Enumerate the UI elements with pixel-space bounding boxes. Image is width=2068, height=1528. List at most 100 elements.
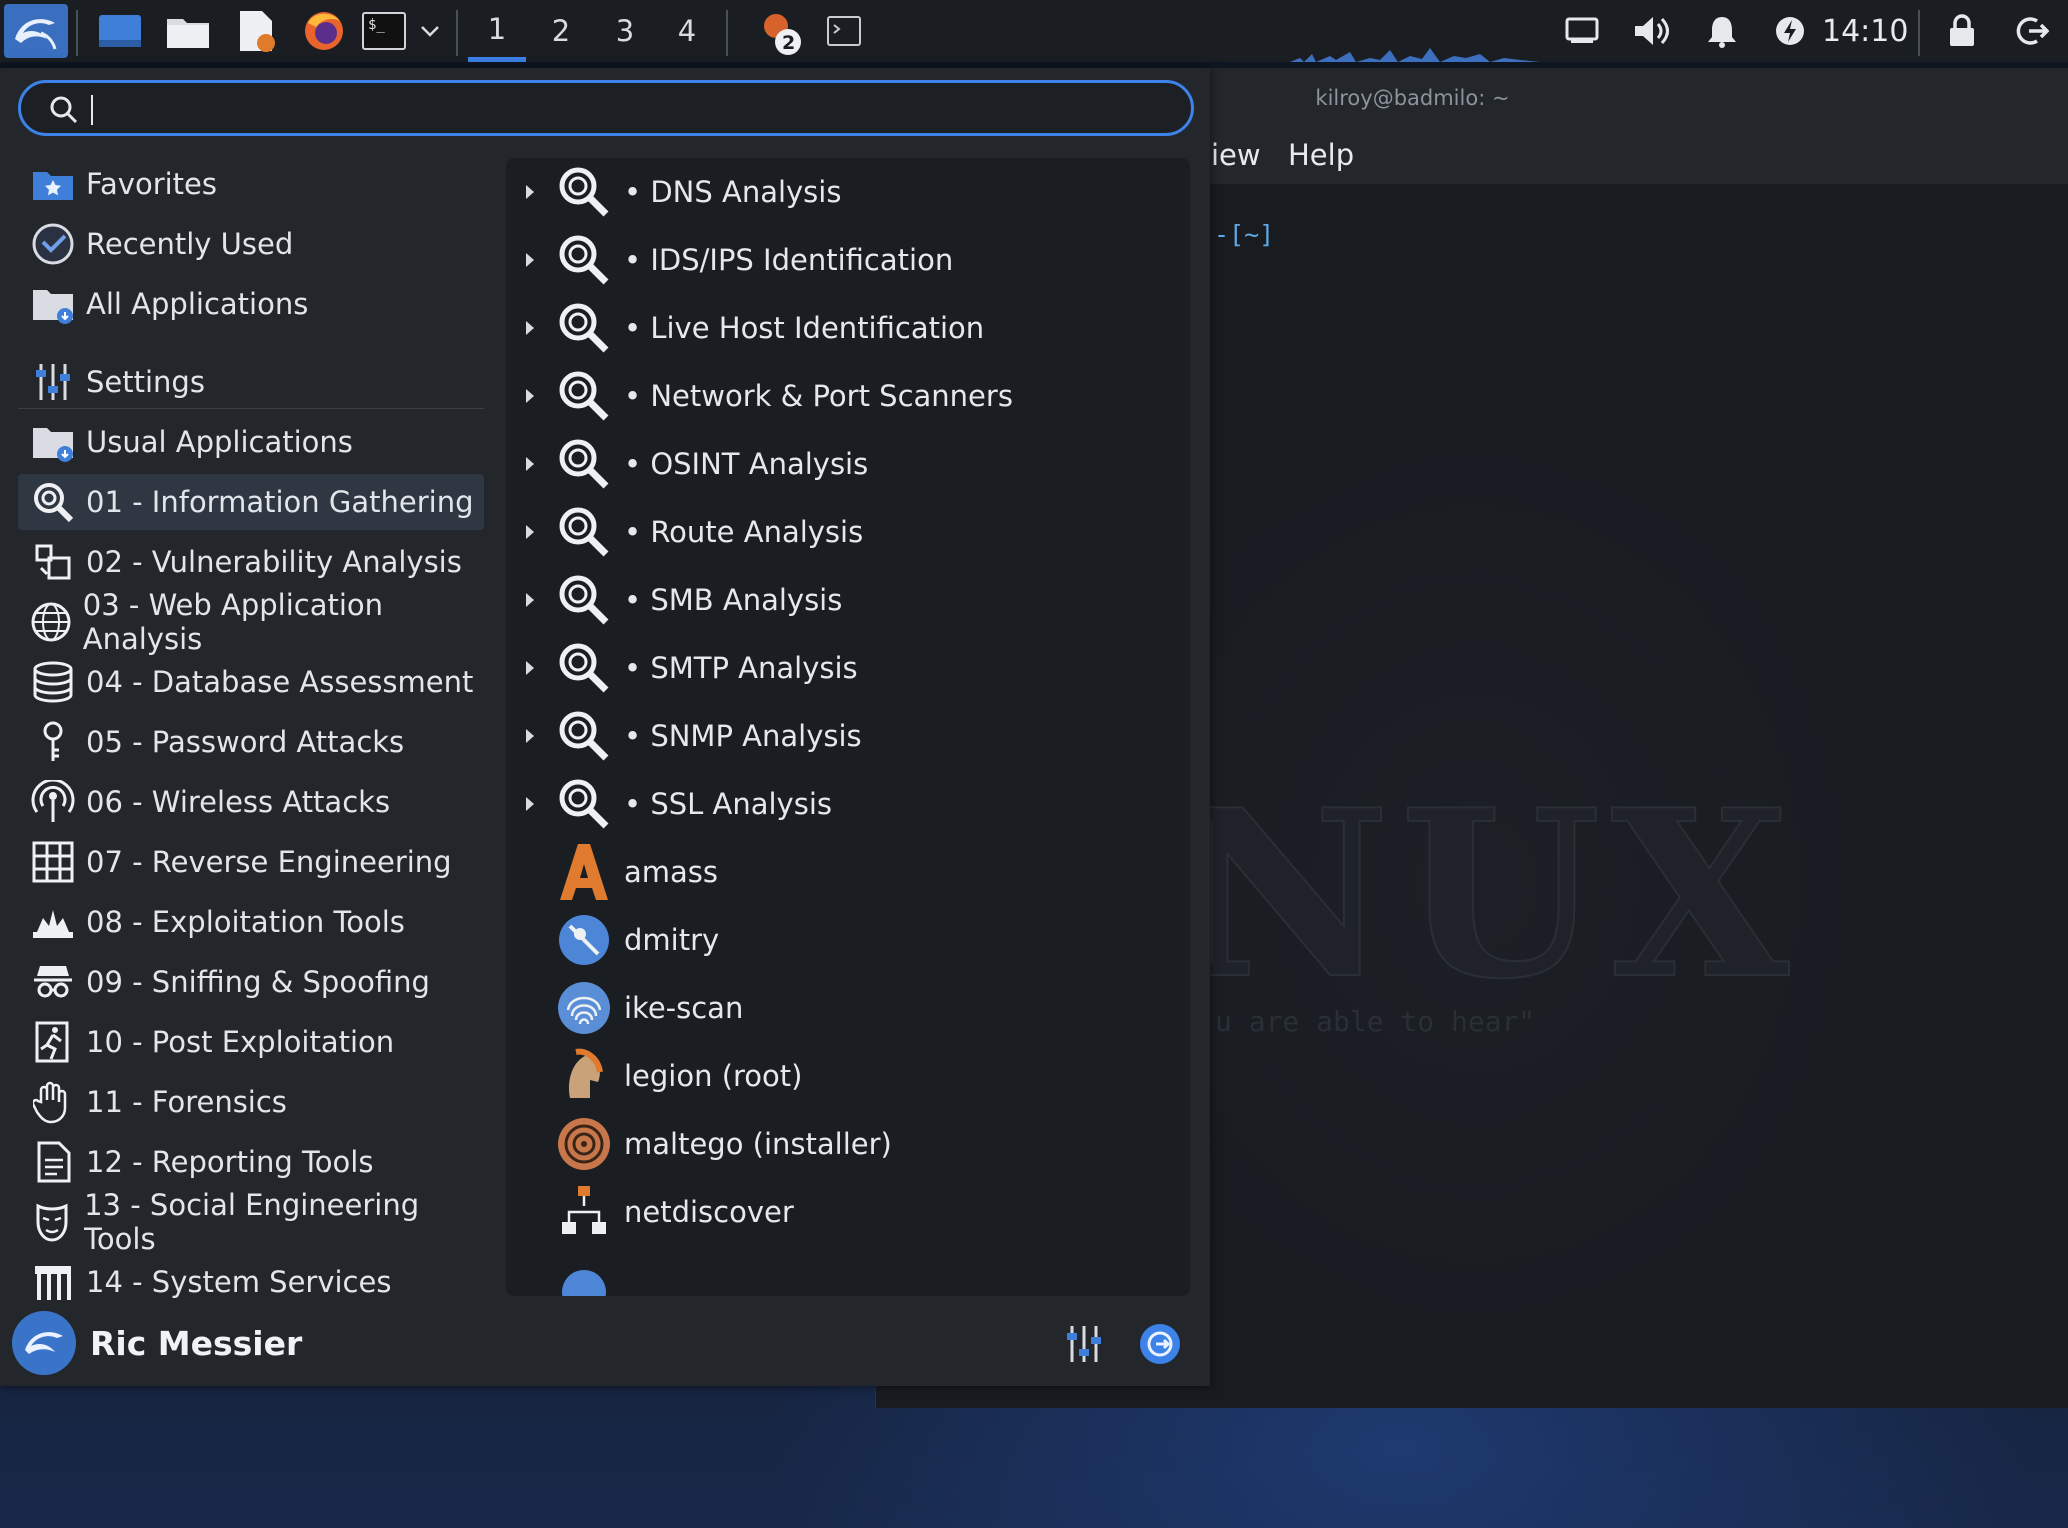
bell-icon	[1708, 17, 1736, 48]
workspace-4[interactable]: 4	[658, 0, 716, 62]
firefox-button[interactable]	[296, 0, 352, 62]
category-web-application-analysis[interactable]: 03 - Web Application Analysis	[18, 588, 484, 656]
terminal-launcher-button[interactable]: $_	[360, 0, 408, 62]
recent-clock-icon	[28, 219, 78, 269]
log-out-button[interactable]	[1134, 1318, 1186, 1370]
display-button[interactable]	[1556, 0, 1608, 62]
terminal-menu-view[interactable]: iew	[1211, 138, 1261, 172]
magnifier-icon	[554, 502, 614, 562]
magnifier-icon	[554, 162, 614, 222]
app-item-partial[interactable]	[506, 1246, 1190, 1296]
notifications-button[interactable]	[1696, 0, 1748, 62]
power-manager-button[interactable]	[1764, 0, 1816, 62]
expand-arrow-icon[interactable]	[506, 251, 554, 269]
expand-arrow-icon[interactable]	[506, 591, 554, 609]
amass-icon	[554, 842, 614, 902]
workspace-2[interactable]: 2	[532, 0, 590, 62]
category-password-attacks[interactable]: 05 - Password Attacks	[18, 714, 484, 770]
workspace-1[interactable]: 1	[468, 0, 526, 62]
app-item-maltego[interactable]: maltego (installer)	[506, 1110, 1190, 1178]
app-item-ssl-analysis[interactable]: • SSL Analysis	[506, 770, 1190, 838]
category-label: 12 - Reporting Tools	[86, 1145, 374, 1179]
app-label: amass	[624, 855, 719, 889]
volume-button[interactable]	[1626, 0, 1678, 62]
category-exploitation-tools[interactable]: 08 - Exploitation Tools	[18, 894, 484, 950]
app-label: • SMB Analysis	[624, 583, 843, 617]
logout-panel-button[interactable]	[2006, 0, 2058, 62]
all-apps-folder-icon	[28, 279, 78, 329]
search-icon	[50, 96, 78, 124]
kali-menu-button[interactable]	[4, 4, 68, 58]
category-settings[interactable]: Settings	[18, 354, 484, 410]
search-input[interactable]	[91, 89, 1175, 131]
category-favorites[interactable]: Favorites	[18, 156, 484, 212]
app-item-netdiscover[interactable]: netdiscover	[506, 1178, 1190, 1246]
app-label: • SSL Analysis	[624, 787, 832, 821]
task-terminal-button[interactable]	[820, 0, 868, 62]
expand-arrow-icon[interactable]	[506, 455, 554, 473]
logout-circle-icon	[1140, 1324, 1180, 1364]
category-reporting-tools[interactable]: 12 - Reporting Tools	[18, 1134, 484, 1190]
key-icon	[28, 717, 78, 767]
category-post-exploitation[interactable]: 10 - Post Exploitation	[18, 1014, 484, 1070]
settings-manager-button[interactable]	[1058, 1318, 1110, 1370]
category-all-applications[interactable]: All Applications	[18, 276, 484, 332]
category-sniffing-spoofing[interactable]: 09 - Sniffing & Spoofing	[18, 954, 484, 1010]
category-database-assessment[interactable]: 04 - Database Assessment	[18, 654, 484, 710]
expand-arrow-icon[interactable]	[506, 387, 554, 405]
app-item-live-host-identification[interactable]: • Live Host Identification	[506, 294, 1190, 362]
category-label: 01 - Information Gathering	[86, 485, 474, 519]
show-desktop-button[interactable]	[92, 0, 148, 62]
expand-arrow-icon[interactable]	[506, 183, 554, 201]
network-nodes-icon	[554, 1182, 614, 1242]
category-reverse-engineering[interactable]: 07 - Reverse Engineering	[18, 834, 484, 890]
app-item-legion[interactable]: legion (root)	[506, 1042, 1190, 1110]
spartan-helmet-icon	[554, 1046, 614, 1106]
app-item-snmp-analysis[interactable]: • SNMP Analysis	[506, 702, 1190, 770]
chevron-down-icon	[421, 26, 439, 37]
firefox-icon	[305, 12, 343, 50]
category-social-engineering-tools[interactable]: 13 - Social Engineering Tools	[18, 1188, 484, 1256]
category-recently-used[interactable]: Recently Used	[18, 216, 484, 272]
app-item-amass[interactable]: amass	[506, 838, 1190, 906]
lock-screen-button[interactable]	[1936, 0, 1988, 62]
magnifier-icon	[554, 706, 614, 766]
app-item-route-analysis[interactable]: • Route Analysis	[506, 498, 1190, 566]
search-box[interactable]	[18, 80, 1194, 136]
task-app-button[interactable]: 2	[750, 0, 810, 62]
app-item-smtp-analysis[interactable]: • SMTP Analysis	[506, 634, 1190, 702]
expand-arrow-icon[interactable]	[506, 523, 554, 541]
magnifier-icon	[554, 774, 614, 834]
file-manager-button[interactable]	[160, 0, 216, 62]
text-editor-button[interactable]	[228, 0, 284, 62]
cpu-graph	[1290, 48, 1540, 62]
terminal-dropdown-button[interactable]	[410, 0, 450, 62]
category-system-services[interactable]: 14 - System Services	[18, 1254, 484, 1310]
terminal-menu-help[interactable]: Help	[1288, 138, 1354, 172]
category-label: 08 - Exploitation Tools	[86, 905, 405, 939]
app-item-ike-scan[interactable]: ike-scan	[506, 974, 1190, 1042]
category-vulnerability-analysis[interactable]: 02 - Vulnerability Analysis	[18, 534, 484, 590]
clock[interactable]: 14:10	[1822, 0, 1908, 62]
app-item-dns-analysis[interactable]: • DNS Analysis	[506, 158, 1190, 226]
workspace-3[interactable]: 3	[596, 0, 654, 62]
top-panel: $_ 1 2 3 4 2 14:10	[0, 0, 2068, 62]
globe-icon	[28, 597, 75, 647]
category-usual-applications[interactable]: Usual Applications	[18, 414, 484, 470]
expand-arrow-icon[interactable]	[506, 659, 554, 677]
category-label: All Applications	[86, 287, 309, 321]
expand-arrow-icon[interactable]	[506, 319, 554, 337]
category-information-gathering[interactable]: 01 - Information Gathering	[18, 474, 484, 530]
category-wireless-attacks[interactable]: 06 - Wireless Attacks	[18, 774, 484, 830]
expand-arrow-icon[interactable]	[506, 795, 554, 813]
app-item-smb-analysis[interactable]: • SMB Analysis	[506, 566, 1190, 634]
expand-arrow-icon[interactable]	[506, 727, 554, 745]
category-label: 03 - Web Application Analysis	[82, 588, 384, 656]
app-item-osint-analysis[interactable]: • OSINT Analysis	[506, 430, 1190, 498]
maltego-icon	[554, 1114, 614, 1174]
app-item-dmitry[interactable]: dmitry	[506, 906, 1190, 974]
kali-watermark: NUX	[1179, 759, 1800, 1031]
category-forensics[interactable]: 11 - Forensics	[18, 1074, 484, 1130]
app-item-ids-ips-identification[interactable]: • IDS/IPS Identification	[506, 226, 1190, 294]
app-item-network-port-scanners[interactable]: • Network & Port Scanners	[506, 362, 1190, 430]
